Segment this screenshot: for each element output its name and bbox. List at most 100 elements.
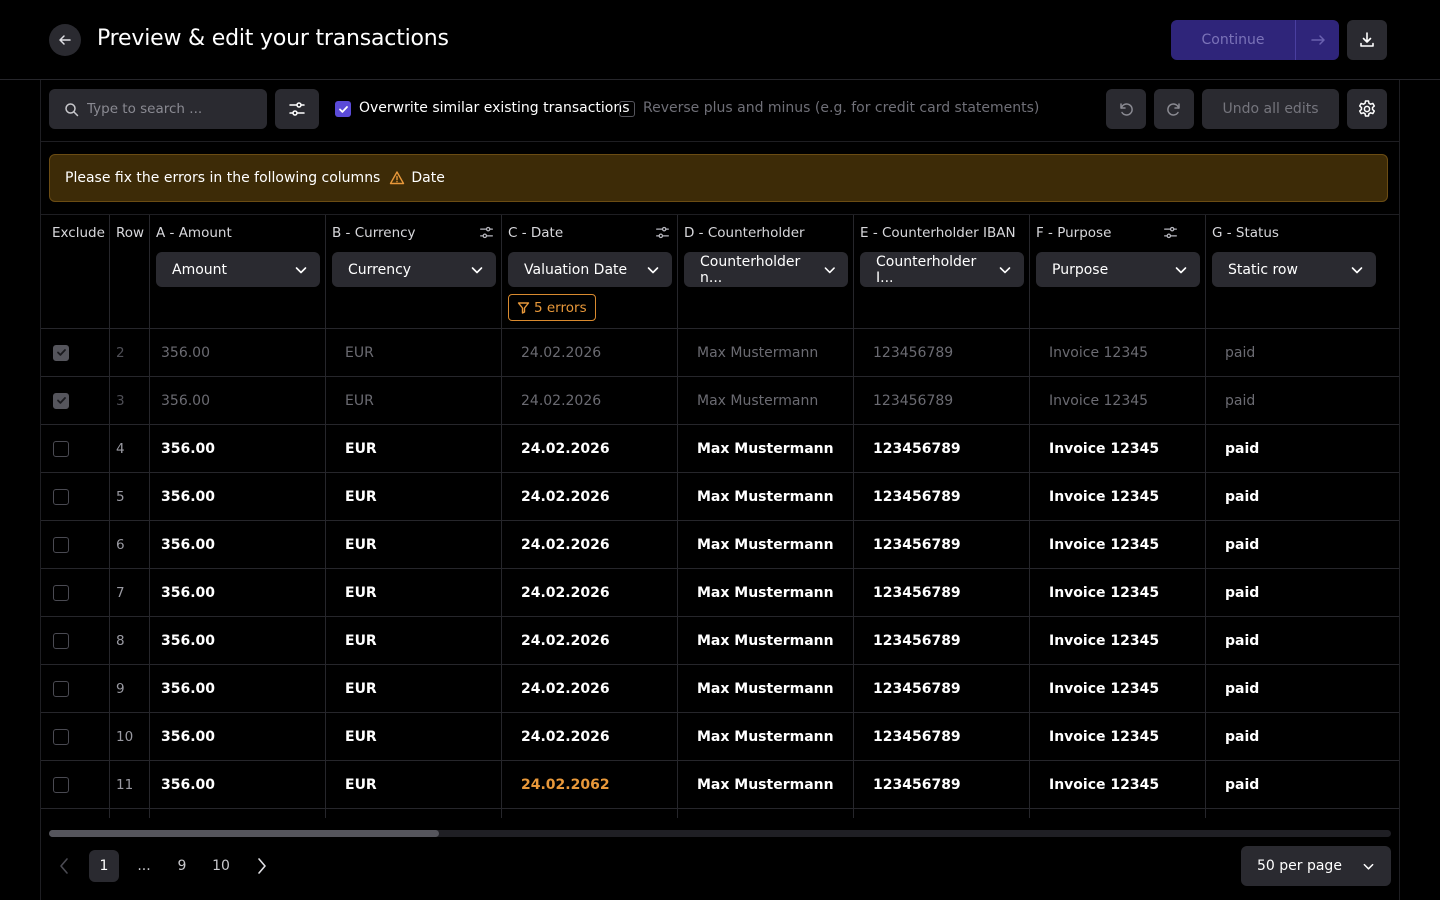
cell-status[interactable]: paid <box>1225 569 1259 616</box>
cell-date[interactable]: 24.02.2026 <box>521 377 601 424</box>
cell-date[interactable]: 24.02.2026 <box>521 425 610 472</box>
cell-iban[interactable]: 123456789 <box>873 329 953 376</box>
settings-button[interactable] <box>1347 89 1387 129</box>
previous-page-button[interactable] <box>54 854 74 878</box>
cell-counterholder[interactable]: Max Mustermann <box>697 473 834 520</box>
cell-purpose[interactable]: Invoice 12345 <box>1049 665 1159 712</box>
cell-amount[interactable]: 356.00 <box>161 329 210 376</box>
cell-iban[interactable]: 123456789 <box>873 713 961 760</box>
cell-amount[interactable]: 356.00 <box>161 425 215 472</box>
page-button-10[interactable]: 10 <box>206 850 236 882</box>
cell-currency[interactable]: EUR <box>345 617 377 664</box>
cell-purpose[interactable]: Invoice 12345 <box>1049 473 1159 520</box>
cell-counterholder[interactable]: Max Mustermann <box>697 713 834 760</box>
cell-status[interactable]: paid <box>1225 473 1259 520</box>
cell-amount[interactable]: 356.00 <box>161 569 215 616</box>
exclude-checkbox[interactable] <box>53 344 69 361</box>
cell-iban[interactable]: 123456789 <box>873 425 961 472</box>
continue-button[interactable]: Continue <box>1171 20 1339 60</box>
cell-date[interactable]: 24.02.2026 <box>521 569 610 616</box>
undo-all-edits-button[interactable]: Undo all edits <box>1202 89 1339 129</box>
cell-purpose[interactable]: Invoice 12345 <box>1049 425 1159 472</box>
cell-currency[interactable]: EUR <box>345 329 374 376</box>
alert-column[interactable]: Date <box>411 170 444 186</box>
cell-amount[interactable]: 356.00 <box>161 377 210 424</box>
cell-currency[interactable]: EUR <box>345 713 377 760</box>
cell-date[interactable]: 24.02.2026 <box>521 617 610 664</box>
cell-amount[interactable]: 356.00 <box>161 617 215 664</box>
cell-amount[interactable]: 356.00 <box>161 665 215 712</box>
cell-date[interactable]: 24.02.2026 <box>521 473 610 520</box>
cell-currency[interactable]: EUR <box>345 761 377 808</box>
cell-counterholder[interactable]: Max Mustermann <box>697 569 834 616</box>
date-errors-filter-badge[interactable]: 5 errors <box>508 294 596 321</box>
column-settings-icon[interactable] <box>655 225 670 244</box>
exclude-checkbox[interactable] <box>53 392 69 409</box>
exclude-checkbox[interactable] <box>53 488 69 505</box>
cell-amount[interactable]: 356.00 <box>161 713 215 760</box>
cell-purpose[interactable]: Invoice 12345 <box>1049 377 1148 424</box>
cell-iban[interactable]: 123456789 <box>873 473 961 520</box>
back-button[interactable] <box>49 24 81 56</box>
exclude-checkbox[interactable] <box>53 584 69 601</box>
cell-iban[interactable]: 123456789 <box>873 569 961 616</box>
cell-purpose[interactable]: Invoice 12345 <box>1049 569 1159 616</box>
cell-iban[interactable]: 123456789 <box>873 761 961 808</box>
cell-status[interactable]: paid <box>1225 665 1259 712</box>
filter-settings-button[interactable] <box>275 89 319 129</box>
page-button-9[interactable]: 9 <box>167 850 197 882</box>
cell-purpose[interactable]: Invoice 12345 <box>1049 521 1159 568</box>
exclude-checkbox[interactable] <box>53 728 69 745</box>
reverse-label[interactable]: Reverse plus and minus (e.g. for credit … <box>643 100 1039 116</box>
horizontal-scrollbar-thumb[interactable] <box>49 830 439 837</box>
cell-date[interactable]: 24.02.2026 <box>521 713 610 760</box>
cell-counterholder[interactable]: Max Mustermann <box>697 329 818 376</box>
page-button-1[interactable]: 1 <box>89 850 119 882</box>
cell-counterholder[interactable]: Max Mustermann <box>697 665 834 712</box>
cell-purpose[interactable]: Invoice 12345 <box>1049 329 1148 376</box>
cell-status[interactable]: paid <box>1225 761 1259 808</box>
cell-purpose[interactable]: Invoice 12345 <box>1049 617 1159 664</box>
exclude-checkbox[interactable] <box>53 632 69 649</box>
search-input[interactable] <box>87 101 257 117</box>
cell-iban[interactable]: 123456789 <box>873 617 961 664</box>
column-mapping-select-iban[interactable]: Counterholder I... <box>860 252 1024 287</box>
cell-iban[interactable]: 123456789 <box>873 377 953 424</box>
cell-counterholder[interactable]: Max Mustermann <box>697 521 834 568</box>
cell-currency[interactable]: EUR <box>345 665 377 712</box>
search-box[interactable] <box>49 89 267 129</box>
cell-currency[interactable]: EUR <box>345 569 377 616</box>
overwrite-label[interactable]: Overwrite similar existing transactions <box>359 100 630 116</box>
cell-status[interactable]: paid <box>1225 617 1259 664</box>
cell-currency[interactable]: EUR <box>345 521 377 568</box>
column-settings-icon[interactable] <box>1163 225 1178 244</box>
column-mapping-select-purpose[interactable]: Purpose <box>1036 252 1200 287</box>
column-mapping-select-currency[interactable]: Currency <box>332 252 496 287</box>
cell-counterholder[interactable]: Max Mustermann <box>697 761 834 808</box>
exclude-checkbox[interactable] <box>53 776 69 793</box>
column-mapping-select-date[interactable]: Valuation Date <box>508 252 672 287</box>
cell-purpose[interactable]: Invoice 12345 <box>1049 761 1159 808</box>
exclude-checkbox[interactable] <box>53 680 69 697</box>
column-mapping-select-amount[interactable]: Amount <box>156 252 320 287</box>
exclude-checkbox[interactable] <box>53 536 69 553</box>
next-page-button[interactable] <box>252 854 272 878</box>
exclude-checkbox[interactable] <box>53 440 69 457</box>
column-mapping-select-status[interactable]: Static row <box>1212 252 1376 287</box>
redo-button[interactable] <box>1154 89 1194 129</box>
cell-date[interactable]: 24.02.2062 <box>521 761 610 808</box>
cell-currency[interactable]: EUR <box>345 377 374 424</box>
cell-status[interactable]: paid <box>1225 521 1259 568</box>
column-settings-icon[interactable] <box>479 225 494 244</box>
overwrite-checkbox[interactable] <box>335 101 351 117</box>
cell-iban[interactable]: 123456789 <box>873 521 961 568</box>
download-button[interactable] <box>1347 20 1387 60</box>
cell-counterholder[interactable]: Max Mustermann <box>697 425 834 472</box>
cell-amount[interactable]: 356.00 <box>161 473 215 520</box>
cell-counterholder[interactable]: Max Mustermann <box>697 377 818 424</box>
cell-purpose[interactable]: Invoice 12345 <box>1049 713 1159 760</box>
cell-iban[interactable]: 123456789 <box>873 665 961 712</box>
cell-date[interactable]: 24.02.2026 <box>521 329 601 376</box>
cell-amount[interactable]: 356.00 <box>161 521 215 568</box>
cell-counterholder[interactable]: Max Mustermann <box>697 617 834 664</box>
